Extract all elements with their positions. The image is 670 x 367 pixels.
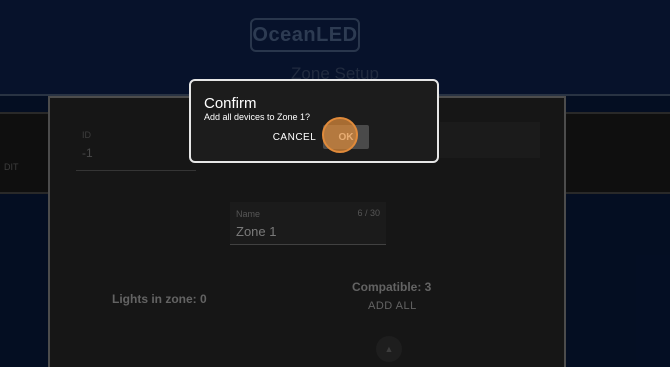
cancel-button[interactable]: CANCEL xyxy=(267,128,322,146)
app-screen: OceanLED Zone Setup DIT ID -1 Name 6 / 3… xyxy=(0,0,670,367)
ok-button[interactable]: OK xyxy=(323,125,369,149)
dialog-message: Add all devices to Zone 1? xyxy=(204,112,311,122)
dialog-title: Confirm xyxy=(204,95,257,112)
confirm-dialog: Confirm Add all devices to Zone 1? CANCE… xyxy=(189,79,439,163)
modal-backdrop xyxy=(0,0,670,367)
